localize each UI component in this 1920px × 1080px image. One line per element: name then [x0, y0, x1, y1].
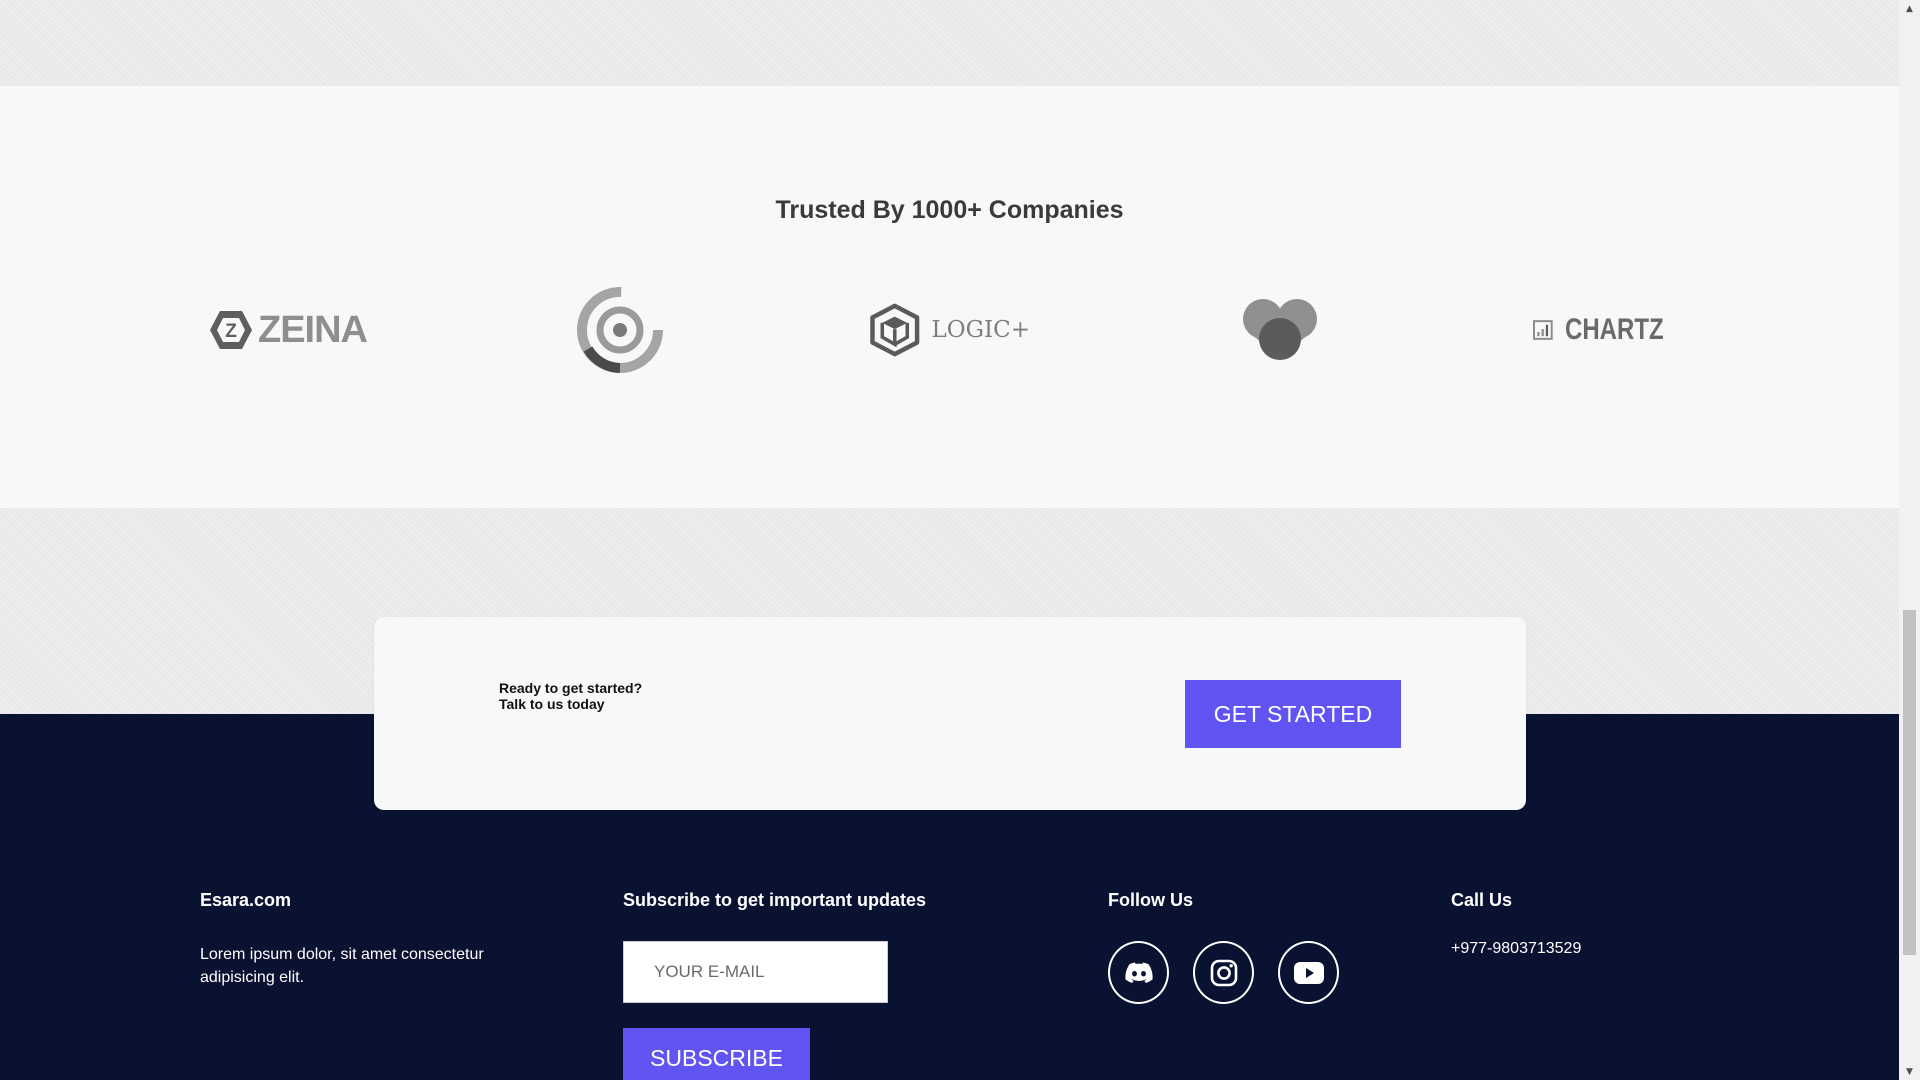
zeina-hexagon-icon: Z [210, 311, 252, 349]
phone-number: +977-9803713529 [1451, 940, 1582, 957]
footer-subscribe-title: Subscribe to get important updates [623, 890, 927, 910]
svg-text:Z: Z [225, 321, 237, 342]
zeina-logo-text: ZEINA [258, 308, 368, 351]
cta-line-1: Ready to get started? [499, 680, 643, 696]
chartz-logo-text: CHARTZ [1564, 313, 1664, 346]
footer-brand-description: Lorem ipsum dolor, sit amet consectetur … [200, 946, 484, 986]
cta-line-2: Talk to us today [499, 696, 605, 712]
footer-call-column: Call Us [1451, 890, 1512, 911]
get-started-button[interactable]: GET STARTED [1185, 680, 1401, 748]
instagram-icon[interactable] [1193, 941, 1254, 1004]
trusted-title: Trusted By 1000+ Companies [775, 196, 1124, 224]
cta-text: Ready to get started? Talk to us today [499, 680, 642, 712]
heart-icon [1243, 299, 1317, 360]
target-icon [577, 287, 663, 373]
logic-plus-logo-text: LOGIC+ [931, 317, 1030, 343]
discord-icon[interactable] [1108, 941, 1169, 1004]
target-logo [570, 280, 670, 380]
footer-call-title: Call Us [1451, 890, 1513, 910]
email-input[interactable] [623, 941, 888, 1003]
logic-plus-logo: LOGIC+ [868, 280, 1030, 380]
footer-follow-column: Follow Us [1108, 890, 1193, 911]
youtube-icon[interactable] [1278, 941, 1339, 1004]
company-logos: Z ZEINA LOGIC+ CHARTZ [0, 280, 1899, 380]
scrollbar-thumb[interactable] [1903, 610, 1916, 955]
cta-card: Ready to get started? Talk to us today G… [374, 617, 1526, 810]
page: Trusted By 1000+ Companies Z ZEINA LOGIC… [0, 0, 1899, 1080]
subscribe-button[interactable]: SUBSCRIBE [623, 1028, 810, 1080]
footer-brand-title: Esara.com [200, 890, 292, 910]
vertical-scrollbar[interactable]: ▲ ▼ [1899, 0, 1920, 1080]
footer-follow-title: Follow Us [1108, 890, 1193, 910]
arrow-up-icon[interactable]: ▲ [1899, 0, 1920, 17]
cube-icon [870, 303, 920, 357]
footer-subscribe-column: Subscribe to get important updates [623, 890, 926, 911]
footer-brand-column: Esara.com [200, 890, 291, 911]
chartz-logo: CHARTZ [1533, 280, 1688, 380]
bar-chart-icon [1533, 320, 1553, 340]
heart-logo [1235, 280, 1325, 380]
arrow-down-icon[interactable]: ▼ [1899, 1063, 1920, 1080]
zeina-logo: Z ZEINA [205, 280, 370, 380]
top-pattern-band [0, 0, 1899, 86]
